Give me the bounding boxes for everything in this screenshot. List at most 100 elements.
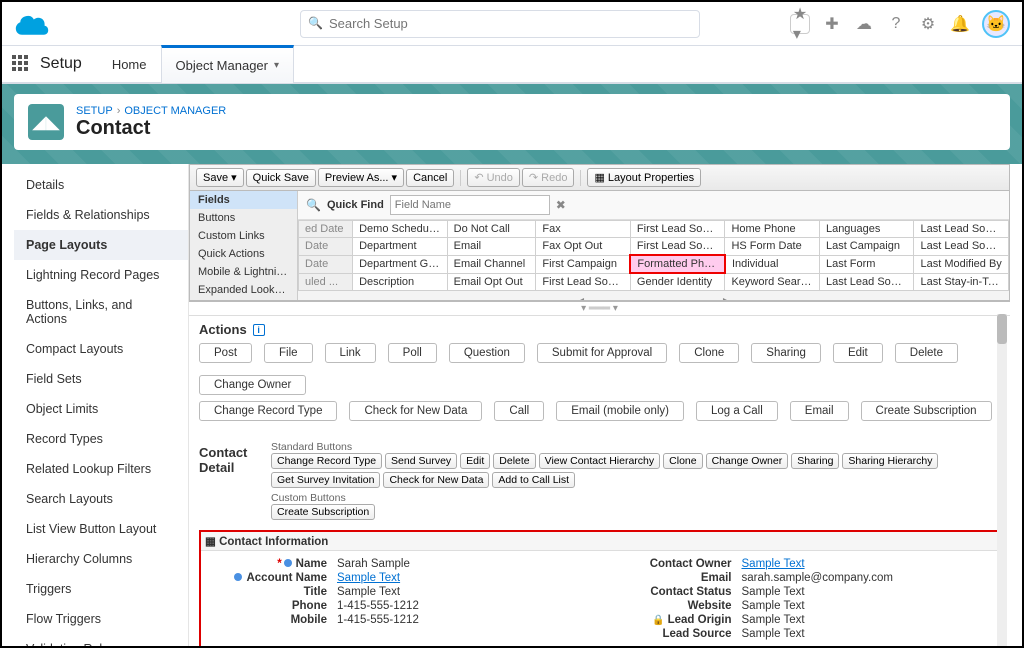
layout-button[interactable]: Delete [493, 453, 535, 469]
palette-field[interactable]: First Lead Source [536, 273, 631, 291]
quick-save-button[interactable]: Quick Save [246, 169, 316, 187]
action-pill[interactable]: Question [449, 343, 525, 363]
info-icon[interactable]: i [253, 324, 265, 336]
layout-button[interactable]: Sharing [791, 453, 839, 469]
palette-field[interactable]: Date [299, 255, 353, 273]
palette-field[interactable]: Keyword Searched [725, 273, 820, 291]
palette-category[interactable]: Mobile & Lightning Actions [190, 263, 297, 281]
palette-field[interactable]: Email Channel [447, 255, 536, 273]
help-icon[interactable]: ? [886, 14, 906, 34]
palette-category[interactable]: Buttons [190, 209, 297, 227]
palette-field[interactable]: Formatted Phone N... [630, 255, 725, 273]
palette-field[interactable]: Demo Scheduled Date [353, 221, 448, 238]
content-scrollbar[interactable] [997, 314, 1007, 648]
global-search-input[interactable] [300, 10, 700, 38]
quick-find-clear-icon[interactable]: ✖ [556, 198, 566, 212]
palette-field[interactable]: Last Campaign [819, 238, 914, 256]
field-row[interactable]: *NameSarah Sample [207, 557, 588, 571]
action-pill[interactable]: Edit [833, 343, 883, 363]
breadcrumb-object-manager[interactable]: OBJECT MANAGER [124, 105, 226, 117]
palette-field[interactable]: First Lead Source... [630, 238, 725, 256]
palette-category[interactable]: Expanded Lookups [190, 281, 297, 299]
palette-field[interactable]: Individual [725, 255, 820, 273]
sidebar-item[interactable]: Flow Triggers [14, 604, 188, 634]
action-pill[interactable]: Change Record Type [199, 401, 337, 421]
palette-field[interactable]: Home Phone [725, 221, 820, 238]
palette-field[interactable]: Fax Opt Out [536, 238, 631, 256]
layout-button[interactable]: View Contact Hierarchy [539, 453, 661, 469]
palette-field[interactable]: Description [353, 273, 448, 291]
sidebar-item[interactable]: Fields & Relationships [14, 200, 188, 230]
layout-button[interactable]: Change Owner [706, 453, 789, 469]
layout-button[interactable]: Edit [460, 453, 490, 469]
action-pill[interactable]: Log a Call [696, 401, 778, 421]
layout-button[interactable]: Sharing Hierarchy [842, 453, 938, 469]
sidebar-item[interactable]: Triggers [14, 574, 188, 604]
action-pill[interactable]: Create Subscription [861, 401, 992, 421]
add-icon[interactable]: ✚ [822, 14, 842, 34]
palette-field[interactable]: Do Not Call [447, 221, 536, 238]
palette-field[interactable]: HS Form Date [725, 238, 820, 256]
favorites-button[interactable]: ★ ▾ [790, 14, 810, 34]
field-row[interactable]: TitleSample Text [207, 585, 588, 599]
undo-button[interactable]: ↶ Undo [467, 168, 520, 187]
palette-field[interactable]: Last Lead Source ... [914, 221, 1009, 238]
action-pill[interactable]: Change Owner [199, 375, 306, 395]
action-pill[interactable]: Clone [679, 343, 739, 363]
notifications-bell-icon[interactable]: 🔔 [950, 14, 970, 34]
palette-field[interactable]: Email Opt Out [447, 273, 536, 291]
palette-field[interactable]: ed Date [299, 221, 353, 238]
sidebar-item[interactable]: Page Layouts [14, 230, 188, 260]
action-pill[interactable]: Email (mobile only) [556, 401, 684, 421]
palette-field[interactable]: First Campaign [536, 255, 631, 273]
breadcrumb-setup[interactable]: SETUP [76, 105, 113, 117]
field-row[interactable]: Phone1-415-555-1212 [207, 599, 588, 613]
quick-find-input[interactable] [390, 195, 550, 215]
layout-button[interactable]: Clone [663, 453, 702, 469]
field-row[interactable]: Account NameSample Text [207, 571, 588, 585]
palette-field[interactable]: Last Stay-in-Touc... [914, 273, 1009, 291]
sidebar-item[interactable]: Hierarchy Columns [14, 544, 188, 574]
field-row[interactable]: WebsiteSample Text [612, 599, 993, 613]
action-pill[interactable]: File [264, 343, 313, 363]
palette-field[interactable]: Gender Identity [630, 273, 725, 291]
action-pill[interactable]: Poll [388, 343, 437, 363]
layout-button[interactable]: Create Subscription [271, 504, 375, 520]
palette-field[interactable]: Last Form [819, 255, 914, 273]
field-row[interactable]: Contact OwnerSample Text [612, 557, 993, 571]
action-pill[interactable]: Delete [895, 343, 958, 363]
palette-field[interactable]: First Lead Source... [630, 221, 725, 238]
palette-field[interactable]: Last Lead Source [819, 273, 914, 291]
layout-button[interactable]: Change Record Type [271, 453, 382, 469]
sidebar-item[interactable]: Buttons, Links, and Actions [14, 290, 188, 334]
app-launcher-icon[interactable] [12, 55, 30, 73]
salesforce-cloud-icon[interactable]: ☁ [854, 14, 874, 34]
palette-category[interactable]: Custom Links [190, 227, 297, 245]
sidebar-item[interactable]: Field Sets [14, 364, 188, 394]
palette-field[interactable]: Department [353, 238, 448, 256]
sidebar-item[interactable]: Compact Layouts [14, 334, 188, 364]
action-pill[interactable]: Check for New Data [349, 401, 482, 421]
save-button[interactable]: Save ▾ [196, 168, 244, 187]
layout-button[interactable]: Add to Call List [492, 472, 575, 488]
action-pill[interactable]: Email [790, 401, 849, 421]
sidebar-item[interactable]: Object Limits [14, 394, 188, 424]
action-pill[interactable]: Submit for Approval [537, 343, 667, 363]
cancel-button[interactable]: Cancel [406, 169, 454, 187]
nav-tab-home[interactable]: Home [98, 45, 161, 83]
palette-field[interactable]: Last Lead Source... [914, 238, 1009, 256]
action-pill[interactable]: Call [494, 401, 544, 421]
layout-button[interactable]: Check for New Data [383, 472, 489, 488]
field-row[interactable]: Emailsarah.sample@company.com [612, 571, 993, 585]
field-row[interactable]: Lead SourceSample Text [612, 627, 993, 641]
palette-drag-handle[interactable]: ▾ ═══ ▾ [189, 302, 1010, 316]
layout-properties-button[interactable]: ▦ Layout Properties [587, 168, 701, 187]
palette-field[interactable]: Email [447, 238, 536, 256]
sidebar-item[interactable]: Record Types [14, 424, 188, 454]
layout-button[interactable]: Send Survey [385, 453, 457, 469]
field-row[interactable]: 🔒Lead OriginSample Text [612, 613, 993, 627]
palette-field[interactable]: Date [299, 238, 353, 256]
redo-button[interactable]: ↷ Redo [522, 168, 575, 187]
palette-category[interactable]: Fields [190, 191, 297, 209]
sidebar-item[interactable]: Validation Rules [14, 634, 188, 648]
